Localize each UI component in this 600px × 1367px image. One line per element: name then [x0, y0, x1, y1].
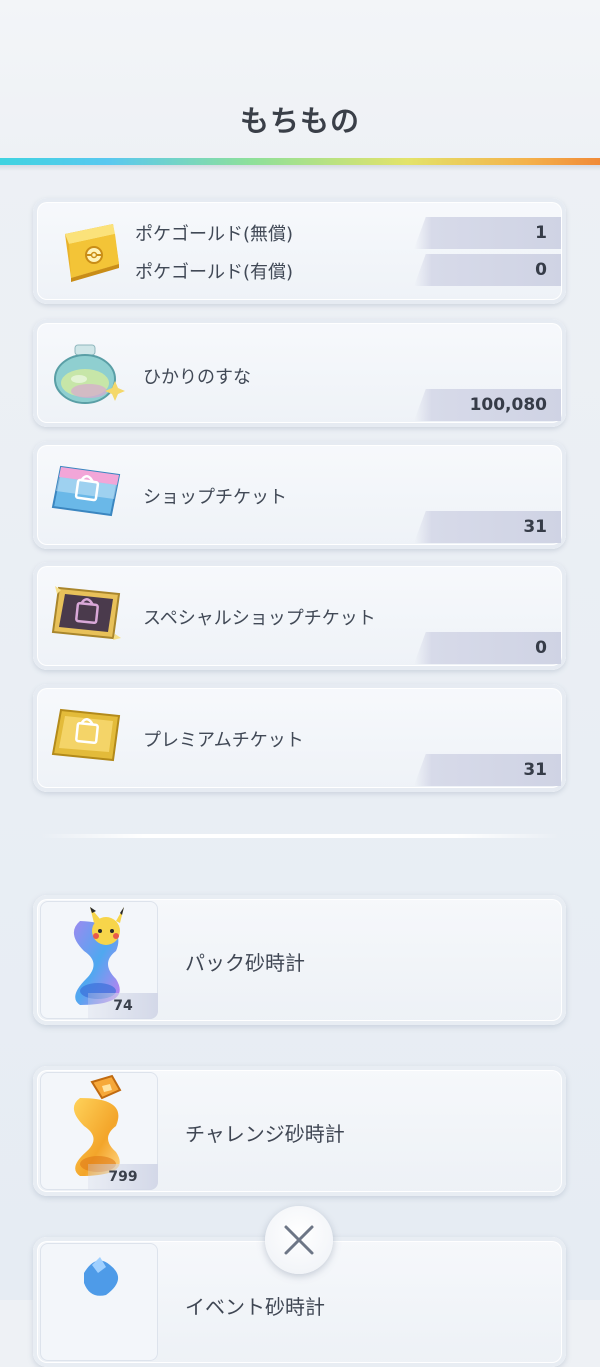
- close-button[interactable]: [265, 1206, 333, 1274]
- shop-ticket-label: ショップチケット: [143, 487, 287, 508]
- item-card-premium-ticket: プレミアムチケット 31: [33, 684, 566, 792]
- special-shop-ticket-icon: [49, 582, 123, 650]
- hourglass-card-challenge[interactable]: 799 チャレンジ砂時計: [33, 1066, 566, 1196]
- event-hourglass-icon: [84, 1257, 119, 1296]
- item-card-shop-ticket: ショップチケット 31: [33, 441, 566, 549]
- premium-ticket-value: 31: [414, 754, 561, 786]
- shine-dust-bottle-icon: [49, 341, 127, 411]
- premium-ticket-label: プレミアムチケット: [143, 730, 304, 751]
- special-shop-ticket-label: スペシャルショップチケット: [143, 608, 376, 629]
- shine-dust-label: ひかりのすな: [143, 367, 251, 388]
- pack-hourglass-count: 74: [88, 993, 158, 1019]
- item-card-special-shop-ticket: スペシャルショップチケット 0: [33, 562, 566, 670]
- item-card-shine-dust: ひかりのすな 100,080: [33, 319, 566, 427]
- hourglass-card-pack[interactable]: 74 パック砂時計: [33, 895, 566, 1025]
- shine-dust-value: 100,080: [414, 389, 561, 421]
- page-title: もちもの: [239, 104, 360, 138]
- shop-ticket-icon: [51, 461, 123, 525]
- header-rainbow-divider: [0, 158, 600, 165]
- hourglass-thumb: 799: [40, 1072, 158, 1190]
- item-card-pokegold: ポケゴールド(無償) 1 ポケゴールド(有償) 0: [33, 198, 566, 304]
- pokegold-free-label: ポケゴールド(無償): [135, 224, 294, 245]
- challenge-hourglass-count: 799: [88, 1164, 158, 1190]
- pokegold-paid-value: 0: [414, 254, 561, 286]
- hourglass-thumb: 74: [40, 901, 158, 1019]
- pokegold-free-value: 1: [414, 217, 561, 249]
- shop-ticket-value: 31: [414, 511, 561, 543]
- pack-hourglass-label: パック砂時計: [185, 951, 305, 975]
- pokegold-paid-label: ポケゴールド(有償): [135, 262, 294, 283]
- challenge-hourglass-label: チャレンジ砂時計: [185, 1122, 345, 1146]
- gold-bar-icon: [53, 220, 125, 288]
- section-divider: [40, 834, 560, 838]
- header: もちもの: [0, 0, 600, 160]
- event-hourglass-label: イベント砂時計: [185, 1295, 325, 1319]
- hourglass-thumb: [40, 1243, 158, 1361]
- premium-ticket-icon: [51, 704, 123, 770]
- close-icon: [284, 1225, 314, 1255]
- special-shop-ticket-value: 0: [414, 632, 561, 664]
